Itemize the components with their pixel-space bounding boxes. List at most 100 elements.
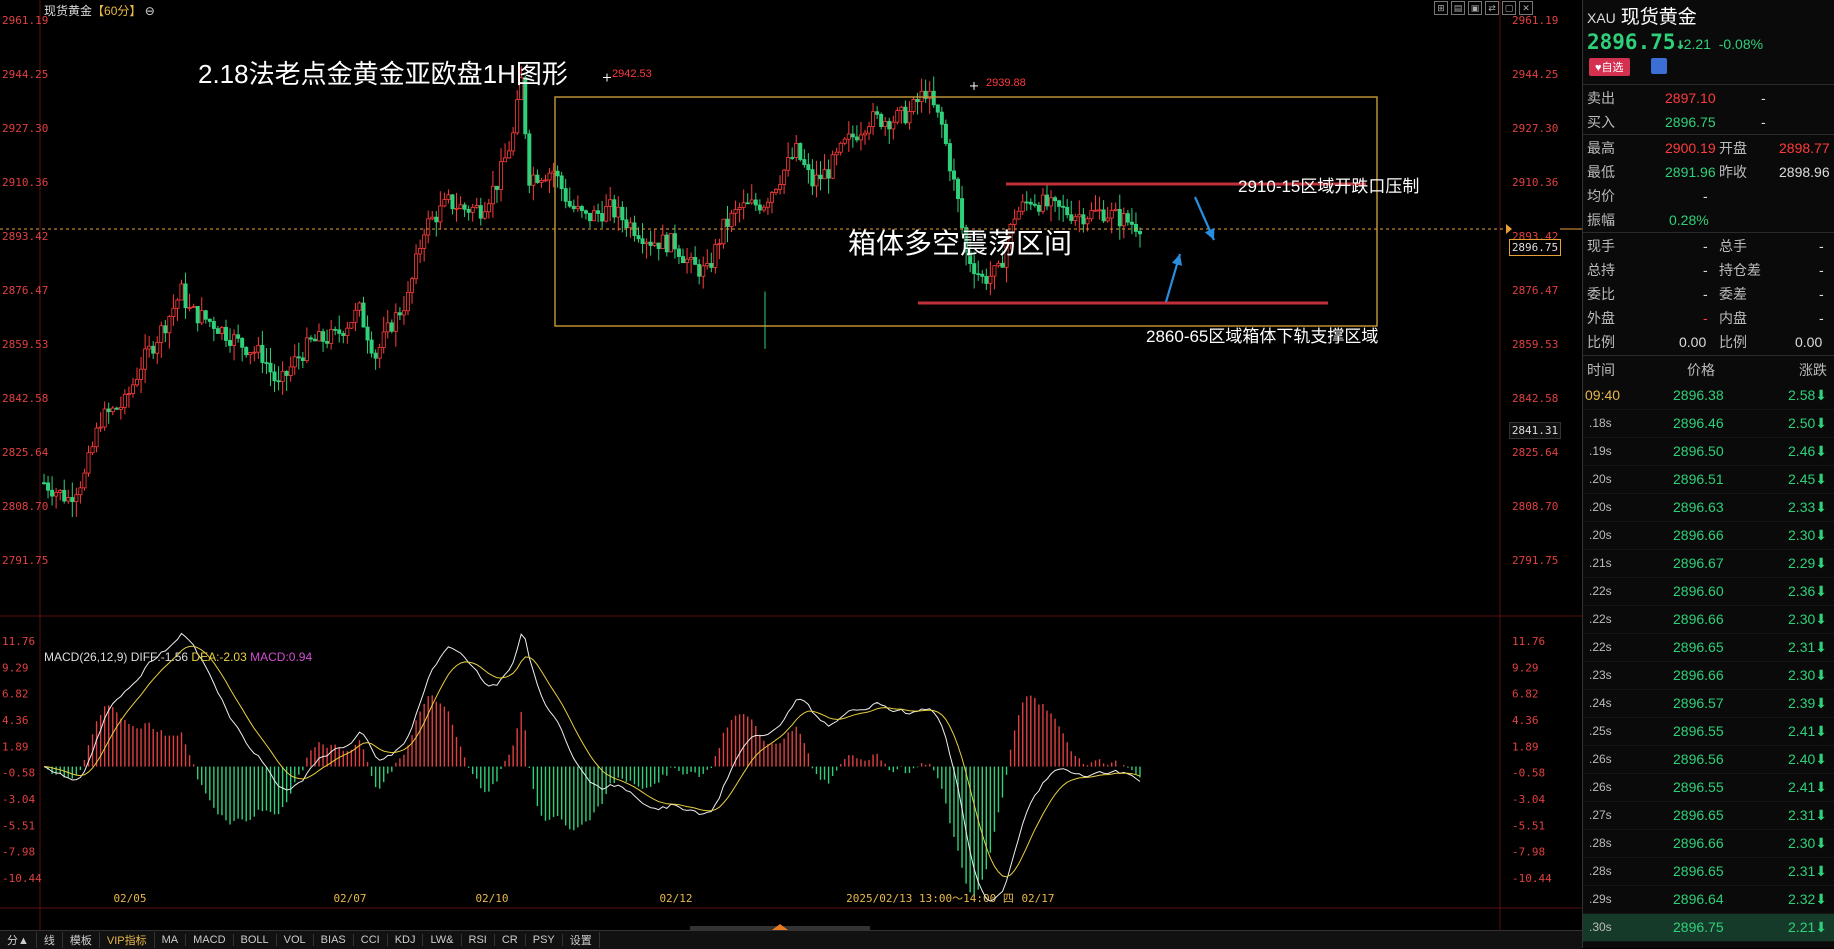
candle-body (883, 120, 888, 127)
candle-body (422, 234, 427, 249)
tab-5[interactable]: MACD (186, 934, 234, 946)
candle-body (1117, 208, 1122, 227)
tab-9[interactable]: CCI (354, 934, 388, 946)
candle-body (951, 170, 956, 180)
candle-body (187, 307, 192, 309)
candle-body (345, 327, 350, 336)
candle-body (292, 356, 297, 368)
tab-6[interactable]: BOLL (234, 934, 277, 946)
tab-7[interactable]: VOL (277, 934, 314, 946)
candle-body (46, 482, 51, 491)
candle-body (405, 291, 410, 312)
candle-body (895, 110, 900, 123)
tab-0[interactable]: 分▲ (0, 932, 37, 948)
tab-8[interactable]: BIAS (314, 934, 354, 946)
candle-body (592, 210, 597, 222)
layout-icon[interactable]: ▤ (1451, 1, 1465, 15)
tick-row: .25s 2896.55 2.41⬇ (1583, 718, 1834, 746)
candle-body (175, 299, 180, 309)
tick-row: .20s 2896.66 2.30⬇ (1583, 522, 1834, 550)
candle-body (826, 169, 831, 179)
candle-body (1061, 205, 1066, 208)
candle-body (1085, 218, 1090, 225)
chart-period[interactable]: 【60分】 (92, 4, 141, 18)
macd-dea: DEA:-2.03 (191, 650, 247, 664)
window-icon[interactable]: ▢ (1502, 1, 1516, 15)
tick-row: .19s 2896.50 2.46⬇ (1583, 438, 1834, 466)
y-tick-left: 2910.36 (2, 176, 48, 189)
tab-10[interactable]: KDJ (388, 934, 424, 946)
candle-body (1133, 224, 1138, 232)
candle-body (98, 426, 103, 429)
tab-11[interactable]: LW& (423, 934, 462, 946)
macd-diff: DIFF:-1.56 (130, 650, 189, 664)
candle-body (632, 222, 637, 236)
tab-2[interactable]: 模板 (63, 932, 100, 948)
favorite-button[interactable]: ♥自选 (1589, 58, 1630, 76)
candle-body (935, 104, 940, 113)
tab-14[interactable]: PSY (526, 934, 563, 946)
candle-body (802, 159, 807, 165)
candle-body (612, 199, 617, 218)
candlestick-chart[interactable]: 2961.19 2961.19 2944.25 2944.25 2927.30 2927.… (0, 0, 1582, 930)
macd-tick-left: -3.04 (2, 793, 35, 806)
candle-body (668, 233, 673, 253)
tab-3[interactable]: VIP指标 (100, 932, 155, 948)
macd-tick-left: -10.44 (2, 872, 42, 885)
y-tick-left: 2876.47 (2, 284, 48, 297)
circle-minus-icon[interactable]: ⊖ (145, 4, 155, 18)
candle-body (575, 206, 580, 210)
sync-icon[interactable]: ⇄ (1485, 1, 1499, 15)
macd-tick-left: -0.58 (2, 767, 35, 780)
y-tick-right: 2842.58 (1512, 392, 1558, 405)
tab-13[interactable]: CR (495, 934, 526, 946)
candle-body (636, 235, 641, 240)
candle-body (604, 205, 609, 222)
picture-icon[interactable]: ▣ (1468, 1, 1482, 15)
macd-tick-right: 11.76 (1512, 635, 1545, 648)
candle-body (1089, 210, 1094, 220)
indicator-tab-bar: 分▲ 线模板 VIP指标 MA MACD BOLL VOL BIAS CCI KDJ LW& RSI C… (0, 930, 1582, 949)
candle-body (296, 356, 301, 359)
candle-body (1093, 209, 1098, 212)
last-price: 2896.75↓ (1587, 30, 1686, 54)
bell-icon[interactable] (1651, 58, 1667, 74)
close-icon[interactable]: ✕ (1519, 1, 1533, 15)
candle-body (385, 322, 390, 333)
candle-body (705, 263, 710, 267)
macd-tick-right: -0.58 (1512, 767, 1545, 780)
candle-body (70, 497, 75, 503)
y-tick-right: 2944.25 (1512, 68, 1558, 81)
tab-15[interactable]: 设置 (563, 932, 600, 948)
candle-body (244, 346, 249, 356)
macd-tick-right: -3.04 (1512, 793, 1545, 806)
candle-body (891, 121, 896, 130)
candle-body (1000, 262, 1005, 268)
candle-body (397, 312, 402, 316)
macd-header: MACD(26,12,9) DIFF:-1.56 DEA:-2.03 MACD:… (44, 650, 312, 664)
candle-body (899, 106, 904, 112)
candle-body (838, 142, 843, 153)
tab-4[interactable]: MA (155, 934, 187, 946)
candle-body (559, 175, 564, 189)
candle-body (834, 151, 839, 156)
y-tick-left: 2859.53 (2, 338, 48, 351)
candle-body (470, 206, 475, 213)
candle-body (531, 174, 536, 186)
candle-body (907, 111, 912, 124)
tab-12[interactable]: RSI (462, 934, 495, 946)
tick-row: .18s 2896.46 2.50⬇ (1583, 410, 1834, 438)
tick-row: .28s 2896.66 2.30⬇ (1583, 830, 1834, 858)
candle-body (644, 241, 649, 245)
tab-1[interactable]: 线 (37, 932, 63, 948)
grid-icon[interactable]: ⊞ (1434, 1, 1448, 15)
candle-body (875, 111, 880, 115)
macd-tick-left: -5.51 (2, 819, 35, 832)
candle-body (563, 188, 568, 202)
support-label: 2860-65区域箱体下轨支撑区域 (1146, 327, 1379, 346)
candle-body (276, 380, 281, 383)
order-ratio-row: 委比 - 委差 - (1587, 286, 1824, 302)
candle-body (1057, 200, 1062, 207)
chart-area[interactable]: 2961.19 2961.19 2944.25 2944.25 2927.30 2927.… (0, 0, 1582, 930)
candle-body (280, 370, 285, 383)
